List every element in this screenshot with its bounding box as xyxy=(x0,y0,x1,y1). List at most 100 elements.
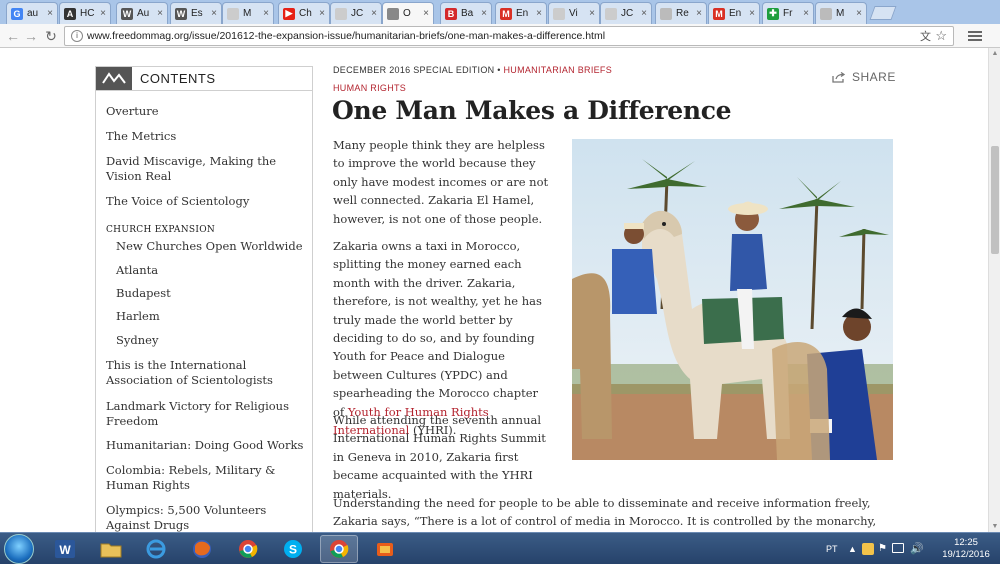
tab-close-icon[interactable]: × xyxy=(532,8,546,19)
address-bar[interactable]: i www.freedommag.org/issue/201612-the-ex… xyxy=(64,26,954,46)
browser-tab[interactable]: M × xyxy=(222,2,274,24)
sidebar-item-humanitarian[interactable]: Humanitarian: Doing Good Works xyxy=(106,438,306,453)
tab-close-icon[interactable]: × xyxy=(207,8,221,19)
info-icon[interactable]: i xyxy=(71,30,83,42)
browser-tab[interactable]: JC × xyxy=(600,2,652,24)
taskbar-skype-button[interactable]: S xyxy=(274,535,312,563)
new-tab-button[interactable] xyxy=(869,6,897,20)
tab-title: au xyxy=(27,8,39,19)
word-icon: W xyxy=(55,540,75,558)
browser-tab[interactable]: Vi × xyxy=(548,2,600,24)
svg-text:W: W xyxy=(59,543,71,557)
taskbar-chrome-active-button[interactable] xyxy=(320,535,358,563)
browser-tab[interactable]: A HC × xyxy=(59,2,111,24)
paragraph-2-text: Zakaria owns a taxi in Morocco, splittin… xyxy=(333,239,542,419)
taskbar-app-button[interactable] xyxy=(366,535,404,563)
sidebar-item-olympics[interactable]: Olympics: 5,500 Volunteers Against Drugs xyxy=(106,503,286,532)
tab-close-icon[interactable]: × xyxy=(96,8,110,19)
tab-title: O xyxy=(403,8,411,19)
browser-tab[interactable]: W Au × xyxy=(116,2,168,24)
tab-close-icon[interactable]: × xyxy=(419,8,433,19)
tab-close-icon[interactable]: × xyxy=(259,8,273,19)
tab-close-icon[interactable]: × xyxy=(637,8,651,19)
sidebar-item-atlanta[interactable]: Atlanta xyxy=(116,263,158,278)
back-icon[interactable]: ← xyxy=(4,27,22,45)
system-tray: PT ▲ ⚑ 🔊 12:25 19/12/2016 xyxy=(820,533,1000,565)
menu-icon[interactable] xyxy=(968,29,982,43)
tab-strip: Gau × A HC × W Au × W Es × M × ▶ Ch × JC × O × B Ba × M En × Vi × JC… xyxy=(0,0,1000,24)
tab-close-icon[interactable]: × xyxy=(477,8,491,19)
tab-title: JC xyxy=(351,8,364,19)
tab-close-icon[interactable]: × xyxy=(585,8,599,19)
tab-close-icon[interactable]: × xyxy=(315,8,329,19)
sidebar-item-new-churches[interactable]: New Churches Open Worldwide xyxy=(116,239,303,254)
tab-close-icon[interactable]: × xyxy=(799,8,813,19)
tab-title: M xyxy=(243,8,252,19)
chrome-icon xyxy=(239,540,258,558)
chrome-icon xyxy=(330,540,349,558)
tab-close-icon[interactable]: × xyxy=(692,8,706,19)
start-button[interactable] xyxy=(4,534,34,564)
share-button[interactable]: SHARE xyxy=(832,70,896,84)
bookmark-star-icon[interactable]: ☆ xyxy=(935,27,947,45)
tray-expand-icon[interactable]: ▲ xyxy=(848,544,858,554)
tag-link[interactable]: HUMAN RIGHTS xyxy=(333,83,406,93)
tab-favicon-icon xyxy=(660,7,672,20)
tray-app-icon[interactable] xyxy=(862,543,874,555)
flag-icon[interactable]: ⚑ xyxy=(878,543,888,554)
sidebar-item-landmark-victory[interactable]: Landmark Victory for Religious Freedom xyxy=(106,399,296,429)
browser-tab[interactable]: M En × xyxy=(708,2,760,24)
tab-close-icon[interactable]: × xyxy=(852,8,866,19)
clock-time: 12:25 xyxy=(954,537,978,548)
browser-tab[interactable]: ✚ Fr × xyxy=(762,2,814,24)
taskbar-ie-button[interactable] xyxy=(137,535,175,563)
browser-tab[interactable]: W Es × xyxy=(170,2,222,24)
tab-close-icon[interactable]: × xyxy=(367,8,381,19)
tab-title: JC xyxy=(621,8,634,19)
tab-close-icon[interactable]: × xyxy=(745,8,759,19)
section-link[interactable]: HUMANITARIAN BRIEFS xyxy=(503,65,612,75)
taskbar-firefox-button[interactable] xyxy=(183,535,221,563)
browser-tab[interactable]: M × xyxy=(815,2,867,24)
taskbar-word-button[interactable]: W xyxy=(46,535,84,563)
browser-tab[interactable]: M En × xyxy=(495,2,547,24)
network-icon[interactable] xyxy=(892,543,904,553)
clock[interactable]: 12:25 19/12/2016 xyxy=(938,537,994,561)
browser-tab[interactable]: Gau × xyxy=(6,2,58,24)
page-scrollbar[interactable]: ▲ ▼ xyxy=(988,48,1000,532)
sidebar-item-david-miscavige[interactable]: David Miscavige, Making the Vision Real xyxy=(106,154,306,184)
windows-taskbar: W S PT ▲ ⚑ 🔊 12:25 19/12/2016 xyxy=(0,532,1000,564)
scroll-up-icon[interactable]: ▲ xyxy=(991,50,999,57)
sidebar-item-sydney[interactable]: Sydney xyxy=(116,333,158,348)
tab-title: Ch xyxy=(299,8,312,19)
sidebar-item-ias[interactable]: This is the International Association of… xyxy=(106,358,296,388)
browser-tab[interactable]: JC × xyxy=(330,2,382,24)
tab-close-icon[interactable]: × xyxy=(43,8,57,19)
sidebar-item-overture[interactable]: Overture xyxy=(106,104,306,119)
language-indicator[interactable]: PT xyxy=(826,544,838,554)
skype-icon: S xyxy=(284,540,302,558)
browser-tab[interactable]: O × xyxy=(382,2,434,24)
sidebar-item-voice-of-scientology[interactable]: The Voice of Scientology xyxy=(106,194,306,209)
clock-date: 19/12/2016 xyxy=(942,549,990,560)
reload-icon[interactable]: ↻ xyxy=(42,27,60,45)
sidebar-item-colombia[interactable]: Colombia: Rebels, Military & Human Right… xyxy=(106,463,286,493)
tab-favicon-icon: G xyxy=(11,7,23,20)
taskbar-explorer-button[interactable] xyxy=(92,535,130,563)
volume-icon[interactable]: 🔊 xyxy=(910,542,924,555)
scroll-thumb[interactable] xyxy=(991,146,999,254)
scroll-down-icon[interactable]: ▼ xyxy=(991,523,999,530)
forward-icon[interactable]: → xyxy=(22,27,40,45)
tab-title: HC xyxy=(80,8,95,19)
translate-icon[interactable]: 文 xyxy=(920,28,931,46)
tab-favicon-icon: ✚ xyxy=(767,7,779,20)
browser-tab[interactable]: B Ba × xyxy=(440,2,492,24)
taskbar-chrome-button[interactable] xyxy=(229,535,267,563)
sidebar-item-budapest[interactable]: Budapest xyxy=(116,286,171,301)
sidebar-item-metrics[interactable]: The Metrics xyxy=(106,129,306,144)
browser-tab[interactable]: ▶ Ch × xyxy=(278,2,330,24)
browser-tab[interactable]: Re × xyxy=(655,2,707,24)
sidebar-item-harlem[interactable]: Harlem xyxy=(116,309,160,324)
tab-close-icon[interactable]: × xyxy=(153,8,167,19)
svg-text:S: S xyxy=(289,543,297,557)
